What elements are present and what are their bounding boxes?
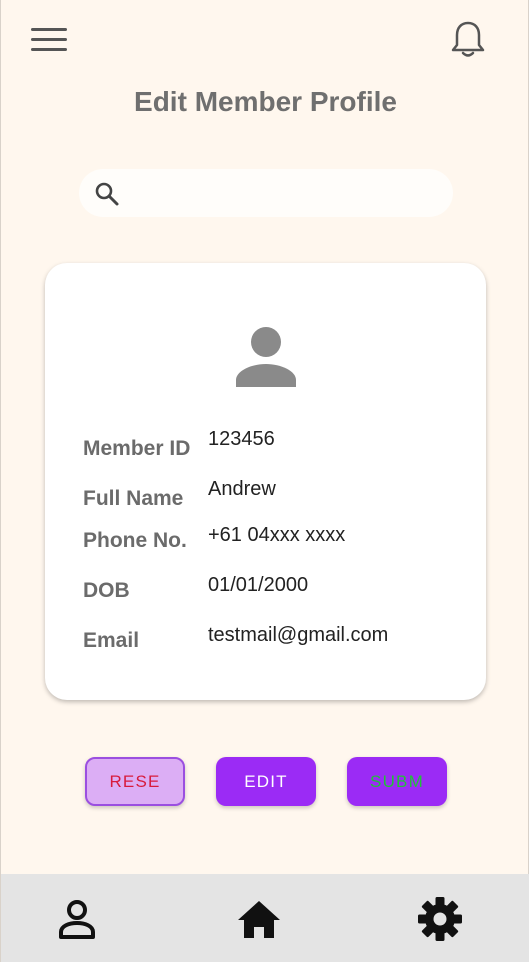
profile-card: Member ID 123456 Full Name Andrew Phone …: [45, 263, 486, 700]
phone-value: +61 04xxx xxxx: [208, 524, 346, 546]
bottom-navigation: [1, 874, 529, 962]
hamburger-menu-icon[interactable]: [29, 24, 69, 56]
email-label: Email: [83, 629, 140, 652]
bell-icon[interactable]: [447, 18, 489, 60]
member-id-label: Member ID: [83, 437, 191, 460]
page-title: Edit Member Profile: [134, 86, 397, 117]
full-name-value: Andrew: [208, 478, 276, 500]
full-name-label: Full Name: [83, 487, 184, 510]
reset-button[interactable]: RESE: [85, 757, 185, 806]
settings-gear-icon[interactable]: [417, 896, 463, 942]
profile-icon[interactable]: [54, 896, 100, 942]
search-icon: [93, 180, 121, 208]
dob-label: DOB: [83, 579, 130, 602]
member-id-value: 123456: [208, 428, 275, 450]
search-input[interactable]: [129, 175, 443, 213]
email-value: testmail@gmail.com: [208, 624, 389, 646]
home-icon[interactable]: [236, 896, 282, 942]
dob-value: 01/01/2000: [208, 574, 309, 596]
edit-button[interactable]: EDIT: [216, 757, 316, 806]
submit-button[interactable]: SUBM: [347, 757, 447, 806]
person-icon: [231, 321, 301, 391]
phone-label: Phone No.: [83, 529, 187, 552]
search-bar[interactable]: [79, 169, 453, 217]
